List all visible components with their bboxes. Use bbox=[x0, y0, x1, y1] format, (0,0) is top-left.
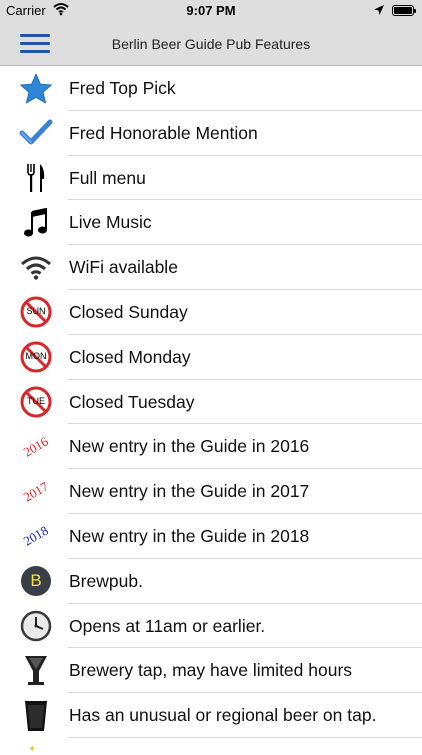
list-item[interactable]: 2018 New entry in the Guide in 2018 bbox=[0, 514, 422, 559]
page-title: Berlin Beer Guide Pub Features bbox=[111, 36, 311, 52]
no-tuesday-icon: TUE bbox=[16, 384, 56, 421]
year-badge: 2018 bbox=[20, 523, 51, 550]
brewpub-badge: B bbox=[21, 566, 51, 597]
feature-list: Fred Top Pick Fred Honorable Mention Ful… bbox=[0, 66, 422, 738]
clock-icon bbox=[16, 608, 56, 645]
list-item-label: New entry in the Guide in 2016 bbox=[69, 436, 310, 457]
list-item[interactable]: Opens at 11am or earlier. bbox=[0, 604, 422, 649]
list-item-label: Brewpub. bbox=[69, 570, 143, 591]
battery-icon bbox=[392, 5, 416, 16]
year-2016-icon: 2016 bbox=[16, 428, 56, 465]
list-item-label: New entry in the Guide in 2017 bbox=[69, 481, 310, 502]
list-item[interactable]: Has an unusual or regional beer on tap. bbox=[0, 693, 422, 738]
list-item-label: Closed Tuesday bbox=[69, 391, 195, 412]
star-icon bbox=[16, 70, 56, 107]
list-item[interactable]: Fred Honorable Mention bbox=[0, 111, 422, 156]
year-2018-icon: 2018 bbox=[16, 518, 56, 555]
day-badge: TUE bbox=[27, 396, 45, 407]
wine-glass-icon bbox=[16, 652, 56, 689]
no-monday-icon: MON bbox=[16, 339, 56, 376]
list-item-label: Brewery tap, may have limited hours bbox=[69, 660, 353, 681]
wifi-icon bbox=[16, 249, 56, 286]
location-arrow-icon bbox=[373, 4, 385, 19]
list-item[interactable]: Full menu bbox=[0, 156, 422, 201]
list-item[interactable]: Brewery tap, may have limited hours bbox=[0, 648, 422, 694]
list-item-label: Fred Top Pick bbox=[69, 78, 176, 98]
no-sunday-icon: SUN bbox=[16, 294, 56, 331]
list-item-label: Full menu bbox=[69, 167, 146, 188]
list-item-label: Has an unusual or regional beer on tap. bbox=[69, 705, 377, 726]
list-item-label: Opens at 11am or earlier. bbox=[69, 615, 266, 636]
list-item[interactable]: B Brewpub. bbox=[0, 559, 422, 604]
list-item-label: Fred Honorable Mention bbox=[69, 122, 258, 143]
status-bar: Carrier 9:07 PM bbox=[0, 0, 422, 22]
list-item-label: WiFi available bbox=[69, 257, 178, 278]
list-item[interactable]: WiFi available bbox=[0, 245, 422, 290]
list-item[interactable]: 2016 New entry in the Guide in 2016 bbox=[0, 424, 422, 470]
year-badge: 2016 bbox=[20, 433, 51, 460]
checkmark-icon bbox=[16, 115, 56, 152]
list-item-label: Closed Monday bbox=[69, 346, 191, 367]
fork-knife-icon bbox=[16, 160, 56, 197]
list-item[interactable]: MON Closed Monday bbox=[0, 335, 422, 380]
day-badge: MON bbox=[25, 351, 47, 362]
list-item-label: Closed Sunday bbox=[69, 301, 188, 322]
list-item[interactable]: TUE Closed Tuesday bbox=[0, 380, 422, 425]
list-item[interactable]: 2017 New entry in the Guide in 2017 bbox=[0, 469, 422, 514]
list-item-label: Live Music bbox=[69, 212, 152, 233]
status-time: 9:07 PM bbox=[186, 3, 236, 18]
list-item[interactable]: Live Music bbox=[0, 200, 422, 246]
brewpub-icon: B bbox=[16, 563, 56, 600]
music-note-icon bbox=[16, 204, 56, 241]
list-item[interactable]: SUN Closed Sunday bbox=[0, 290, 422, 335]
list-item[interactable]: Fred Top Pick bbox=[0, 66, 422, 111]
day-badge: SUN bbox=[26, 306, 46, 317]
navigation-bar: Berlin Beer Guide Pub Features bbox=[0, 22, 422, 66]
year-2017-icon: 2017 bbox=[16, 473, 56, 510]
list-item-label: New entry in the Guide in 2018 bbox=[69, 525, 310, 546]
year-badge: 2017 bbox=[20, 478, 51, 505]
beer-glass-icon bbox=[16, 697, 56, 734]
